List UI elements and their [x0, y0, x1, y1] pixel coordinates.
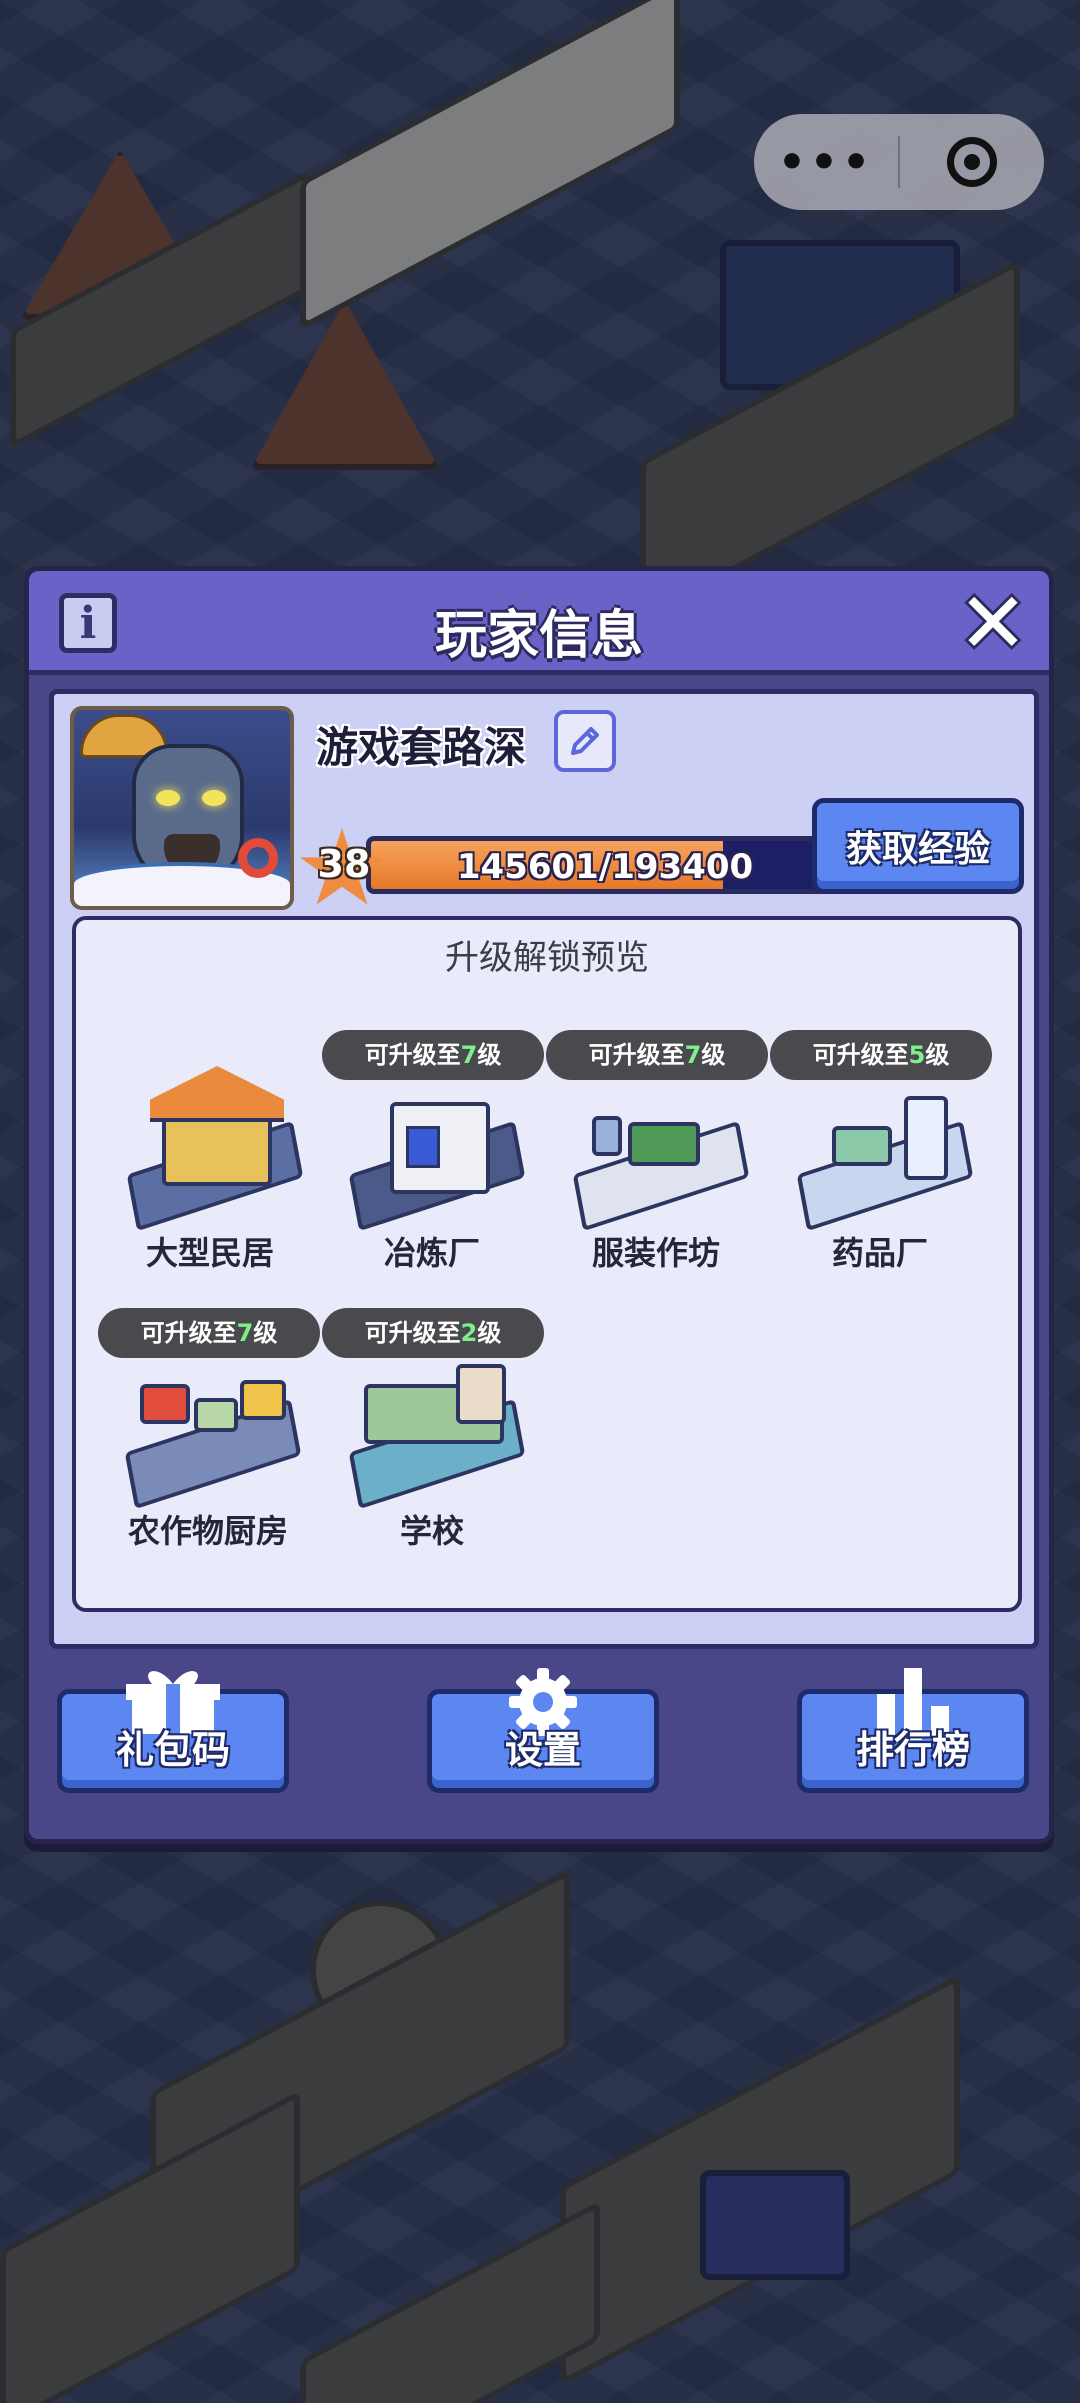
ranking-label: 排行榜 [855, 1728, 970, 1772]
building-image [120, 1344, 306, 1510]
building-image [122, 1066, 308, 1232]
pencil-icon[interactable] [554, 710, 616, 772]
mini-program-capsule: ••• [754, 114, 1044, 210]
building-name: 大型民居 [145, 1234, 274, 1272]
building-item[interactable]: 可升级至5级 药品厂 [770, 1030, 992, 1280]
building-item[interactable]: 大型民居 [100, 1030, 320, 1280]
settings-button[interactable]: 设置 [427, 1668, 659, 1793]
dialog-title-bar: i 玩家信息 ✕ [29, 571, 1049, 675]
building-image [344, 1066, 530, 1232]
building-name: 学校 [399, 1512, 464, 1550]
xp-text: 145601/193400 [456, 847, 754, 887]
building-name: 药品厂 [831, 1234, 928, 1272]
close-miniprogram-icon[interactable] [900, 137, 1044, 187]
dialog-content: 游戏套路深 145601/193400 38 获取经验 升级解锁预览 大型民居 … [49, 689, 1039, 1649]
building-item[interactable]: 可升级至7级 农作物厨房 [98, 1308, 320, 1558]
player-info-dialog: i 玩家信息 ✕ 游戏套路深 145601/193400 38 获取经验 升级解 [24, 566, 1054, 1844]
building-image [344, 1344, 530, 1510]
upgrade-preview-panel: 升级解锁预览 大型民居 可升级至7级 冶炼厂 可升级至7级 服装作坊 可升级至5… [72, 916, 1022, 1612]
building-name: 农作物厨房 [127, 1512, 288, 1550]
settings-label: 设置 [504, 1728, 581, 1772]
building-item[interactable]: 可升级至7级 冶炼厂 [322, 1030, 544, 1280]
avatar[interactable] [70, 706, 294, 910]
gift-code-button[interactable]: 礼包码 [57, 1671, 289, 1793]
ranking-button[interactable]: 排行榜 [797, 1668, 1029, 1793]
gift-code-label: 礼包码 [115, 1728, 230, 1772]
building-name: 服装作坊 [591, 1234, 720, 1272]
dialog-title: 玩家信息 [434, 606, 643, 666]
close-icon[interactable]: ✕ [955, 581, 1031, 665]
building-image [568, 1066, 754, 1232]
building-name: 冶炼厂 [383, 1234, 480, 1272]
preview-title: 升级解锁预览 [445, 938, 649, 978]
player-level: 38 [317, 842, 371, 886]
get-exp-button[interactable]: 获取经验 [812, 798, 1024, 894]
more-menu-icon[interactable]: ••• [754, 137, 898, 188]
building-item[interactable]: 可升级至7级 服装作坊 [546, 1030, 768, 1280]
player-name: 游戏套路深 [316, 723, 527, 772]
building-image [792, 1066, 978, 1232]
xp-progress-bar: 145601/193400 [366, 836, 844, 894]
building-item[interactable]: 可升级至2级 学校 [322, 1308, 544, 1558]
